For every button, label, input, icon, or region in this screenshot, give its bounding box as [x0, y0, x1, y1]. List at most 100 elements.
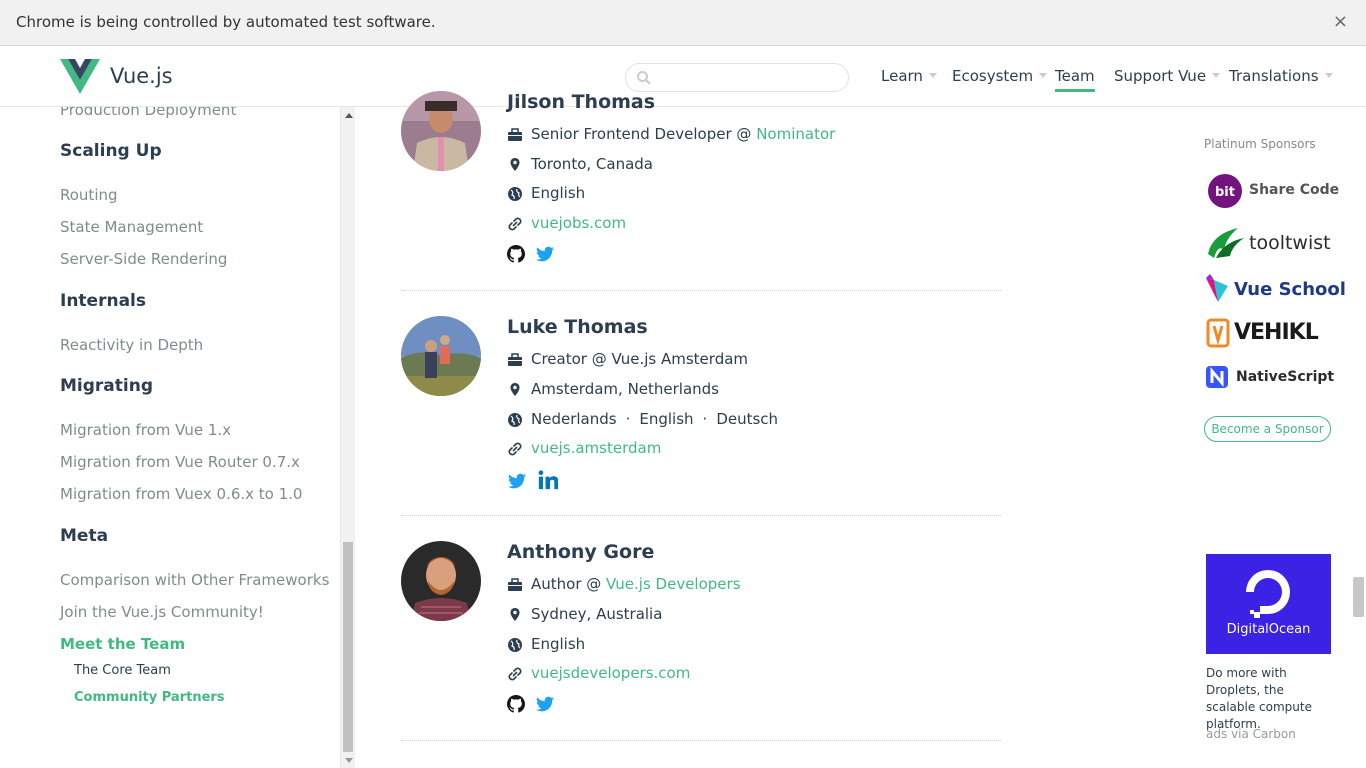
carbon-ad-image[interactable]: DigitalOcean	[1206, 554, 1331, 654]
sponsor-label: tooltwist	[1249, 232, 1331, 254]
map-pin-icon	[510, 383, 520, 396]
map-pin-icon	[510, 158, 520, 171]
member-website-link[interactable]: vuejobs.com	[531, 214, 626, 232]
member-work-org-link[interactable]: Nominator	[756, 125, 835, 143]
nav-team[interactable]: Team	[1055, 67, 1095, 92]
sidebar-item-join-community[interactable]: Join the Vue.js Community!	[60, 603, 264, 621]
sidebar-subitem-community-partners[interactable]: Community Partners	[74, 690, 225, 705]
nav-ecosystem-label: Ecosystem	[952, 67, 1034, 85]
sponsor-label: VEHIKL	[1234, 320, 1319, 345]
sidebar-item-meet-the-team[interactable]: Meet the Team	[60, 635, 185, 653]
sidebar-item-migration-vue1[interactable]: Migration from Vue 1.x	[60, 421, 231, 439]
nav-team-label: Team	[1055, 67, 1095, 85]
page-scrollbar[interactable]	[1351, 107, 1366, 768]
nativescript-logo-icon	[1206, 366, 1228, 388]
digitalocean-logo-icon	[1246, 570, 1290, 618]
globe-icon	[508, 638, 522, 652]
site-title[interactable]: Vue.js	[110, 64, 173, 88]
member-website-link[interactable]: vuejsdevelopers.com	[531, 664, 690, 682]
member-socials	[507, 470, 564, 490]
github-icon[interactable]	[507, 245, 525, 263]
avatar	[401, 541, 481, 621]
vue-logo-icon[interactable]	[60, 59, 100, 95]
github-icon[interactable]	[507, 695, 525, 713]
link-icon	[508, 667, 522, 681]
divider	[401, 515, 1001, 516]
twitter-icon[interactable]	[536, 245, 555, 263]
chevron-down-icon	[1039, 73, 1048, 78]
sidebar-item-migration-router[interactable]: Migration from Vue Router 0.7.x	[60, 453, 300, 471]
nav-support-label: Support Vue	[1114, 67, 1207, 85]
member-work-title: Author @	[531, 575, 607, 593]
briefcase-icon	[508, 578, 522, 591]
sidebar-item-reactivity[interactable]: Reactivity in Depth	[60, 336, 203, 354]
scroll-down-icon[interactable]	[345, 758, 353, 763]
member-location-text: Sydney, Australia	[531, 605, 663, 623]
sponsor-tooltwist[interactable]: tooltwist	[1204, 224, 1334, 264]
nav-translations-label: Translations	[1229, 67, 1319, 85]
carbon-brand: DigitalOcean	[1226, 622, 1311, 637]
search-box[interactable]	[625, 63, 849, 92]
become-sponsor-button[interactable]: Become a Sponsor	[1204, 416, 1331, 442]
sidebar: Production Deployment Scaling Up Routing…	[0, 107, 340, 768]
sponsor-vueschool[interactable]: Vue School	[1204, 270, 1346, 310]
sidebar-item-production-deployment[interactable]: Production Deployment	[60, 107, 236, 119]
nav-support-vue[interactable]: Support Vue	[1114, 67, 1221, 85]
search-input[interactable]	[656, 68, 836, 88]
carbon-via[interactable]: ads via Carbon	[1206, 727, 1296, 741]
member-work-title: Creator @ Vue.js Amsterdam	[531, 350, 749, 368]
sidebar-subitem-core-team[interactable]: The Core Team	[74, 663, 171, 678]
sponsor-bit[interactable]: bit Share Code	[1204, 171, 1339, 211]
member-name: Luke Thomas	[507, 316, 648, 338]
map-pin-icon	[510, 608, 520, 621]
sidebar-item-ssr[interactable]: Server-Side Rendering	[60, 250, 227, 268]
avatar	[401, 91, 481, 171]
globe-icon	[508, 187, 522, 201]
search-icon	[637, 71, 651, 85]
close-icon[interactable]: ×	[1333, 11, 1348, 32]
sponsor-label: Vue School	[1234, 279, 1346, 300]
member-socials	[507, 245, 560, 265]
svg-text:bit: bit	[1215, 185, 1235, 200]
chevron-down-icon	[1212, 73, 1221, 78]
member-name: Jilson Thomas	[507, 91, 656, 113]
member-language: Deutsch	[716, 410, 779, 428]
scroll-up-icon[interactable]	[345, 113, 353, 118]
member-language: English	[531, 635, 586, 653]
automation-infobar: Chrome is being controlled by automated …	[0, 0, 1366, 46]
nav-ecosystem[interactable]: Ecosystem	[952, 67, 1048, 85]
sponsor-label: Share Code	[1249, 182, 1340, 198]
member-card: Luke Thomas Creator @ Vue.js Amsterdam A…	[401, 316, 1001, 506]
sidebar-heading-scaling-up: Scaling Up	[60, 141, 162, 161]
nav-translations[interactable]: Translations	[1229, 67, 1333, 85]
member-language: Nederlands	[531, 410, 617, 428]
member-language: English	[639, 410, 694, 428]
member-work-org-link[interactable]: Vue.js Developers	[606, 575, 740, 593]
member-location-text: Amsterdam, Netherlands	[531, 380, 719, 398]
avatar	[401, 316, 481, 396]
sponsor-vehikl[interactable]: VEHIKL	[1204, 313, 1334, 353]
nav-learn[interactable]: Learn	[881, 67, 937, 85]
scrollbar-thumb[interactable]	[1353, 577, 1364, 617]
divider	[401, 740, 1001, 741]
sidebar-heading-internals: Internals	[60, 291, 146, 311]
sidebar-heading-migrating: Migrating	[60, 376, 153, 396]
sidebar-heading-meta: Meta	[60, 526, 109, 546]
sidebar-item-comparison[interactable]: Comparison with Other Frameworks	[60, 571, 329, 589]
member-website-link[interactable]: vuejs.amsterdam	[531, 439, 661, 457]
vueschool-logo-icon	[1206, 274, 1228, 302]
scrollbar-thumb[interactable]	[343, 542, 353, 752]
twitter-icon[interactable]	[507, 472, 527, 490]
sidebar-item-state-management[interactable]: State Management	[60, 218, 203, 236]
member-language: English	[531, 184, 586, 202]
briefcase-icon	[508, 353, 522, 366]
sidebar-item-migration-vuex[interactable]: Migration from Vuex 0.6.x to 1.0	[60, 485, 302, 503]
linkedin-icon[interactable]	[538, 470, 559, 490]
twitter-icon[interactable]	[536, 695, 555, 713]
sponsor-nativescript[interactable]: NativeScript	[1204, 358, 1334, 398]
sidebar-scrollbar[interactable]	[340, 107, 355, 768]
sidebar-item-routing[interactable]: Routing	[60, 186, 118, 204]
chevron-down-icon	[928, 73, 937, 78]
carbon-ad-text[interactable]: Do more with Droplets, the scalable comp…	[1206, 665, 1336, 733]
infobar-message: Chrome is being controlled by automated …	[16, 13, 436, 31]
